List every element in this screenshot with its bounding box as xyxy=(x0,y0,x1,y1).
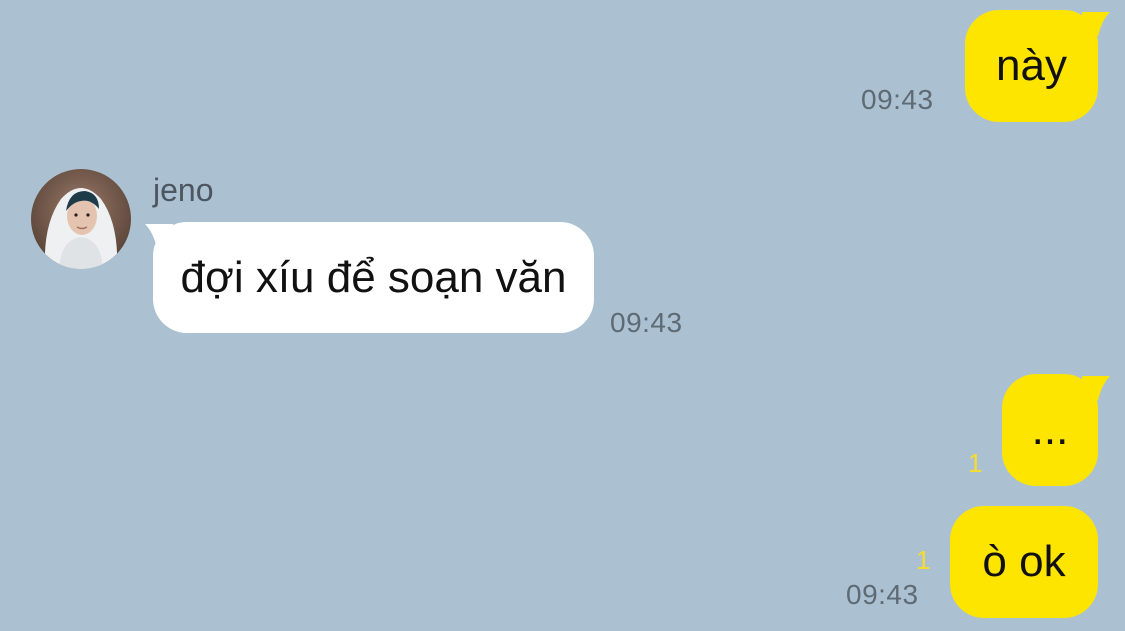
sender-name: jeno xyxy=(153,172,214,208)
message-bubble[interactable]: ò ok xyxy=(950,506,1098,618)
avatar[interactable] xyxy=(31,169,131,269)
message-time: 09:43 xyxy=(861,84,934,115)
message-text: đợi xíu để soạn văn xyxy=(180,252,567,302)
message-time: 09:43 xyxy=(610,307,683,338)
message-text: ... xyxy=(1031,405,1069,454)
chat-room[interactable]: 09:43 này jeno đợi xíu để soạn văn 09:43… xyxy=(0,0,1125,631)
profile-photo-icon xyxy=(31,169,131,269)
bubble-tail-icon xyxy=(1082,376,1110,400)
message-bubble[interactable]: đợi xíu để soạn văn xyxy=(153,222,594,333)
unread-count: 1 xyxy=(916,545,931,575)
message-time: 09:43 xyxy=(846,579,919,610)
unread-count: 1 xyxy=(968,448,983,478)
message-bubble[interactable]: này xyxy=(965,10,1098,122)
bubble-tail-icon xyxy=(1082,12,1110,36)
message-text: này xyxy=(996,41,1067,90)
message-text: ò ok xyxy=(982,537,1066,586)
